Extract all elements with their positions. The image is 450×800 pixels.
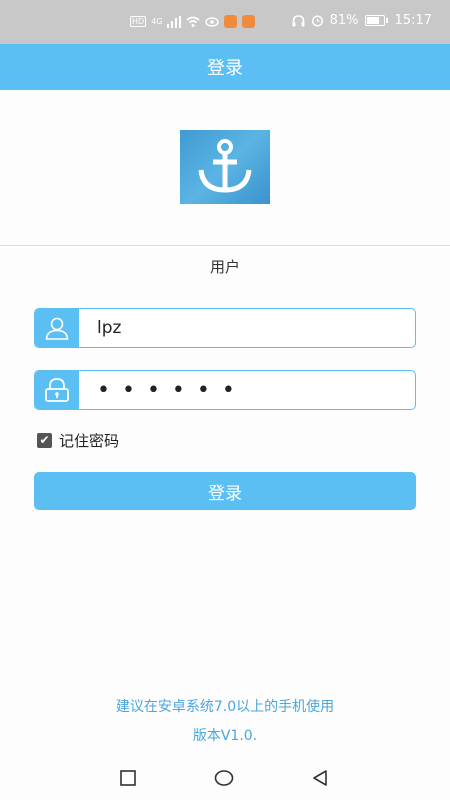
status-notification-icons: HD 4G (130, 15, 256, 28)
divider (0, 245, 450, 246)
status-bar: HD 4G 81% 15:17 (0, 0, 450, 44)
back-icon (313, 770, 327, 786)
username-input[interactable] (79, 309, 415, 347)
login-button[interactable]: 登录 (34, 472, 416, 510)
network-hd-label: HD (130, 16, 147, 27)
recent-apps-icon (120, 770, 136, 786)
clock: 15:17 (394, 13, 432, 28)
battery-icon (364, 15, 388, 26)
lock-icon-box (35, 371, 79, 409)
remember-password-checkbox[interactable]: ✔ (37, 433, 52, 448)
home-icon (214, 770, 234, 786)
user-icon (45, 317, 69, 340)
alarm-icon (311, 15, 323, 27)
wifi-icon (186, 16, 200, 27)
eye-icon (205, 16, 220, 27)
app-notification-icon-2 (242, 15, 256, 28)
remember-password-label: 记住密码 (59, 432, 120, 450)
status-system-icons: 81% 15:17 (292, 13, 432, 28)
user-icon-box (35, 309, 79, 347)
network-4g-label: 4G (151, 17, 163, 26)
user-label: 用户 (209, 258, 240, 276)
app-logo (180, 130, 270, 204)
app-version: 版本V1.0. (192, 728, 258, 744)
login-button-label: 登录 (208, 483, 242, 504)
password-input[interactable] (79, 371, 415, 409)
android-version-note: 建议在安卓系统7.0以上的手机使用 (115, 699, 335, 715)
title-bar: 登录 (0, 44, 450, 90)
back-button[interactable] (310, 768, 330, 788)
anchor-icon (198, 139, 252, 193)
app-notification-icon (224, 15, 238, 28)
page-title: 登录 (207, 58, 243, 79)
navigation-bar (0, 756, 450, 800)
home-button[interactable] (214, 768, 234, 788)
headphones-icon (292, 14, 305, 26)
signal-icon (167, 15, 182, 28)
battery-percent: 81% (329, 13, 359, 28)
password-field[interactable] (34, 370, 416, 410)
lock-icon (45, 378, 69, 402)
username-field[interactable] (34, 308, 416, 348)
recent-apps-button[interactable] (118, 768, 138, 788)
remember-password[interactable]: ✔ 记住密码 (37, 430, 119, 451)
